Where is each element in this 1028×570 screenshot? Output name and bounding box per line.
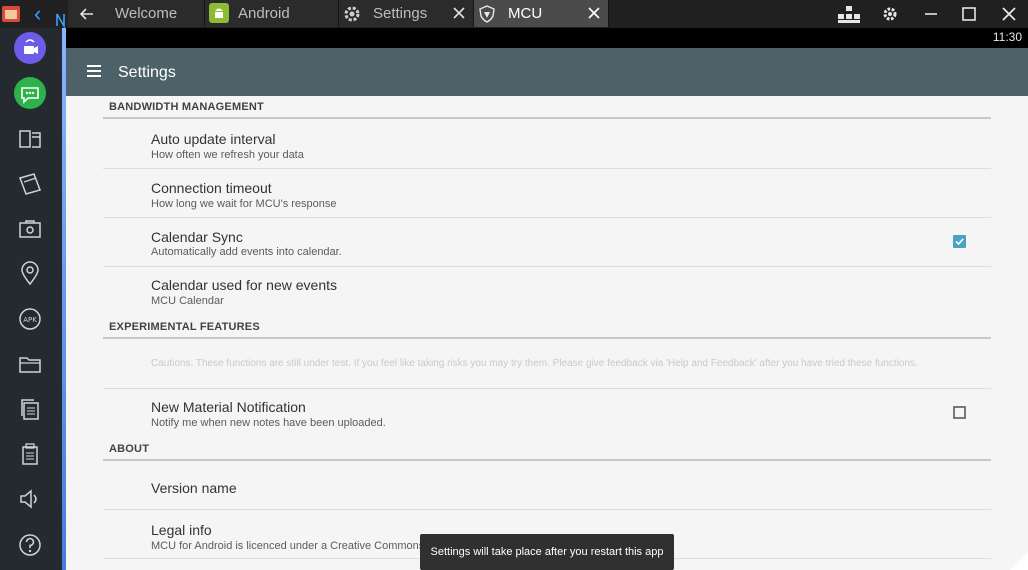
- pref-summary: Notify me when new notes have been uploa…: [151, 417, 386, 429]
- pref-title: New Material Notification: [151, 399, 306, 415]
- apk-install-icon[interactable]: APK: [14, 303, 46, 335]
- pref-summary: How long we wait for MCU's response: [151, 198, 337, 210]
- pref-summary: How often we refresh your data: [151, 149, 304, 161]
- settings-list[interactable]: BANDWIDTH MANAGEMENT Auto update interva…: [66, 96, 1028, 570]
- back-arrow-icon: [80, 8, 93, 20]
- minimize-icon[interactable]: [920, 3, 942, 25]
- copy-icon[interactable]: [14, 393, 46, 425]
- emulator-window: ‹ Welcome Android Settings MCU APK 11:30…: [0, 0, 1028, 570]
- new-material-notification-checkbox[interactable]: [953, 406, 966, 419]
- pref-summary: Automatically add events into calendar.: [151, 246, 342, 258]
- menu-icon[interactable]: [86, 64, 102, 78]
- keymap-icon[interactable]: [837, 3, 861, 25]
- row-divider: [103, 266, 991, 267]
- location-icon[interactable]: [14, 258, 46, 290]
- section-header-about: ABOUT: [109, 443, 150, 455]
- status-clock: 11:30: [992, 30, 1022, 44]
- android-icon: [209, 3, 229, 23]
- pref-summary: MCU for Android is licenced under a Crea…: [151, 540, 441, 552]
- tab-settings[interactable]: Settings: [339, 0, 474, 27]
- tab-label: MCU: [508, 5, 543, 22]
- pref-title: Calendar Sync: [151, 229, 243, 245]
- android-status-bar: 11:30: [66, 28, 1028, 48]
- rotate-icon[interactable]: [14, 168, 46, 200]
- close-window-icon[interactable]: [998, 3, 1020, 25]
- tab-mcu[interactable]: MCU: [474, 0, 609, 27]
- gear-icon: [344, 6, 360, 22]
- pref-title: Calendar used for new events: [151, 277, 337, 293]
- pref-title: Version name: [151, 480, 237, 496]
- tab-label: Android: [238, 5, 290, 22]
- chat-icon[interactable]: [14, 77, 46, 109]
- toast-message: Settings will take place after you resta…: [420, 534, 674, 570]
- section-divider: [103, 117, 991, 119]
- folder-icon[interactable]: [14, 348, 46, 380]
- row-divider: [103, 168, 991, 169]
- back-chevron-icon[interactable]: ‹: [34, 3, 58, 26]
- resize-handle-icon[interactable]: [1008, 550, 1028, 570]
- tab-android[interactable]: Android: [205, 0, 339, 27]
- live-stream-icon[interactable]: [14, 32, 46, 64]
- pref-title: Legal info: [151, 522, 212, 538]
- app-bar: Settings: [66, 48, 1028, 96]
- clipboard-icon[interactable]: [14, 438, 46, 470]
- pref-title: Auto update interval: [151, 131, 276, 147]
- section-divider: [103, 459, 991, 461]
- close-tab-icon[interactable]: [586, 0, 602, 27]
- section-header-bandwidth: BANDWIDTH MANAGEMENT: [109, 101, 264, 113]
- page-title: Settings: [118, 64, 176, 81]
- shield-icon: [479, 5, 495, 23]
- experimental-caution-text: Cautions: These functions are still unde…: [151, 358, 918, 369]
- pref-title: Connection timeout: [151, 180, 272, 196]
- help-icon[interactable]: [14, 529, 46, 561]
- side-dock: APK: [0, 28, 62, 570]
- row-divider: [103, 217, 991, 218]
- multi-instance-icon[interactable]: [14, 123, 46, 155]
- section-divider: [103, 337, 991, 339]
- tab-bar: ‹ Welcome Android Settings MCU: [0, 0, 1028, 28]
- maximize-icon[interactable]: [958, 3, 980, 25]
- app-corner-icon[interactable]: [0, 0, 28, 28]
- volume-icon[interactable]: [14, 483, 46, 515]
- section-header-experimental: EXPERIMENTAL FEATURES: [109, 321, 260, 333]
- tab-label: Settings: [373, 5, 428, 22]
- calendar-sync-checkbox[interactable]: [953, 235, 966, 248]
- camera-icon[interactable]: [14, 213, 46, 245]
- settings-icon[interactable]: [879, 3, 901, 25]
- svg-text:APK: APK: [23, 316, 37, 324]
- close-tab-icon[interactable]: [451, 0, 467, 27]
- partial-letter-icon: [56, 13, 65, 28]
- tab-welcome[interactable]: Welcome: [68, 0, 205, 27]
- pref-summary: MCU Calendar: [151, 295, 224, 307]
- row-divider: [103, 388, 991, 389]
- tab-label: Welcome: [115, 5, 178, 22]
- row-divider: [103, 509, 991, 510]
